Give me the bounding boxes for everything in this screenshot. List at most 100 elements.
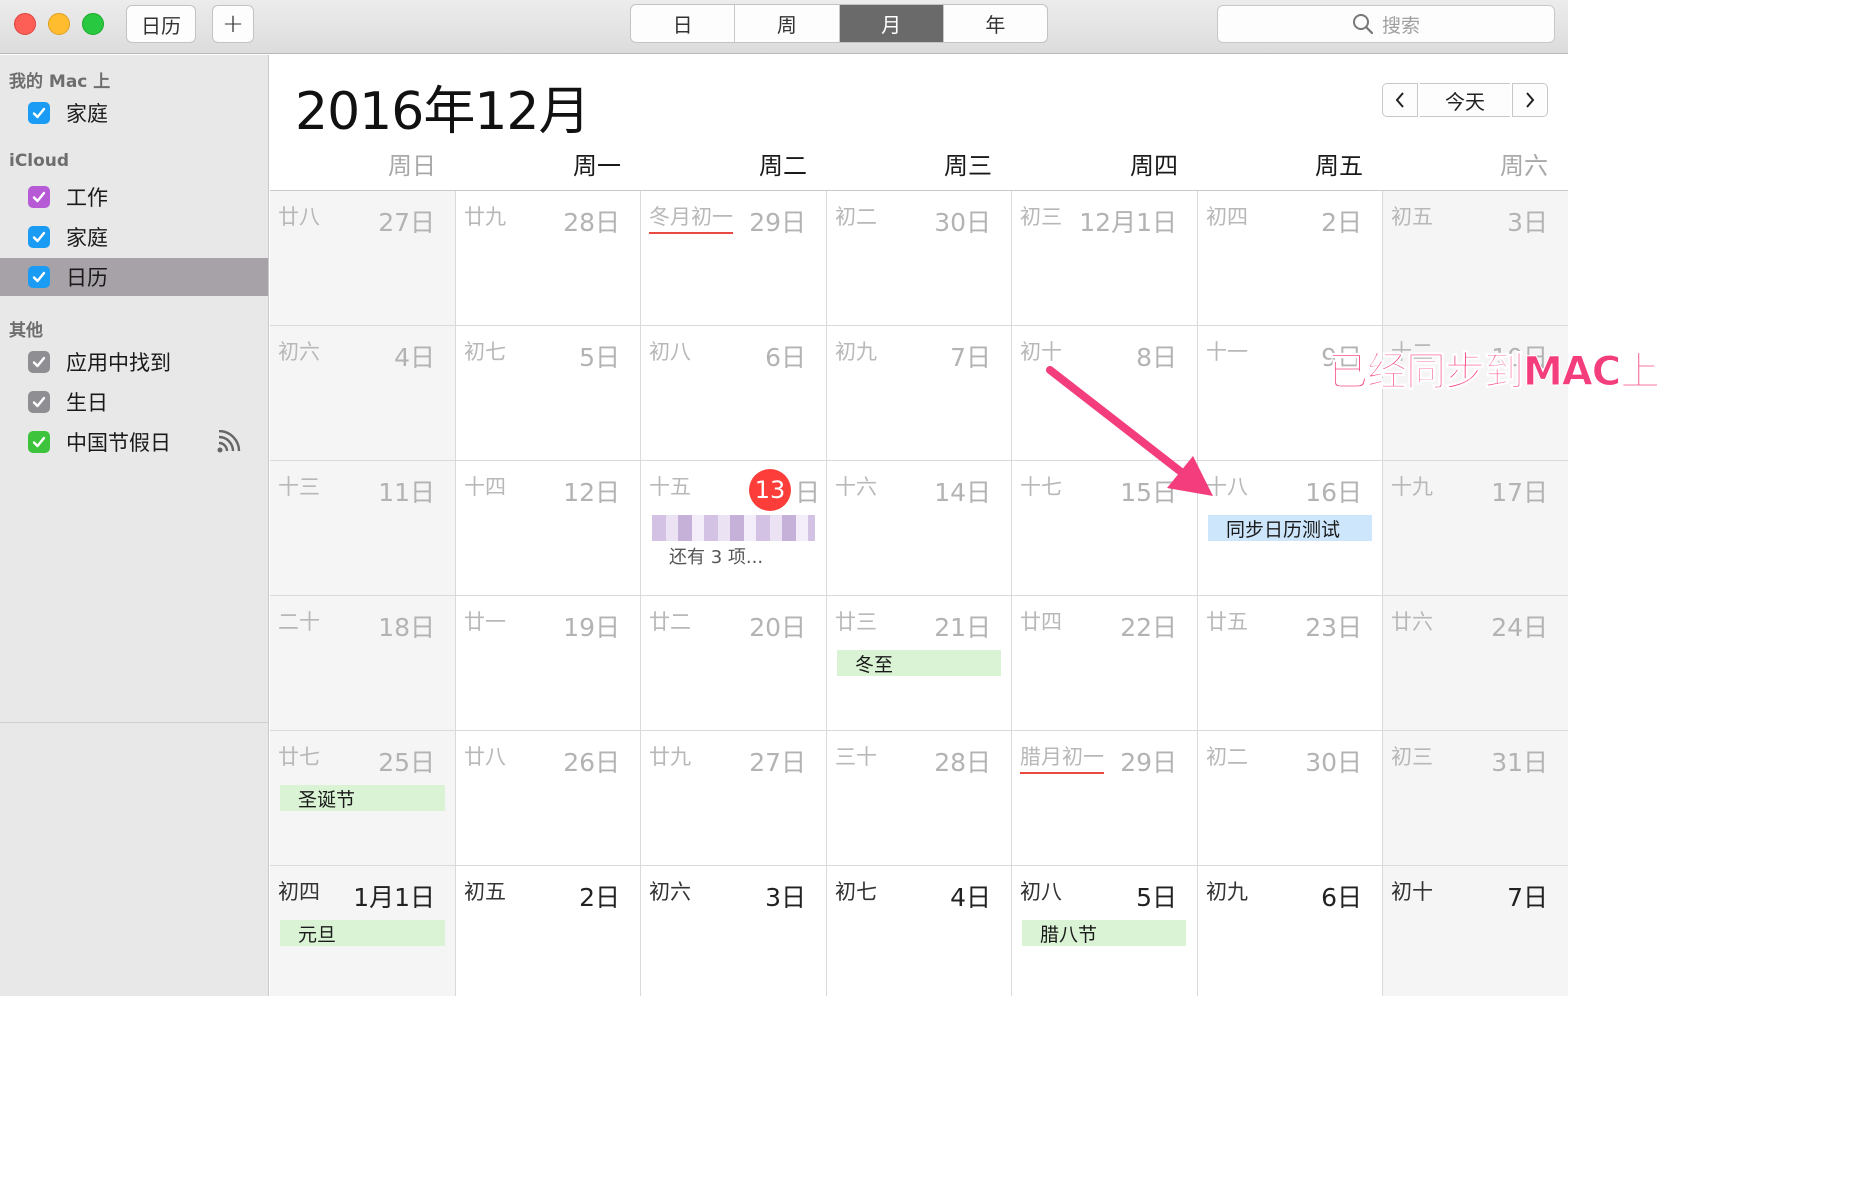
day-cell[interactable]: 十七 15日 <box>1012 461 1198 596</box>
checkmark-icon <box>32 231 46 243</box>
day-cell[interactable]: 廿八 27日 <box>270 191 456 326</box>
day-cell[interactable]: 初二 30日 <box>827 191 1012 326</box>
close-window-button[interactable] <box>14 13 36 35</box>
lunar-date: 廿三 <box>835 610 877 634</box>
day-cell[interactable]: 初十 8日 <box>1012 326 1198 461</box>
day-cell[interactable]: 十四 12日 <box>456 461 641 596</box>
sidebar-calendar-item[interactable]: 生日 <box>0 383 268 421</box>
day-cell[interactable]: 二十 18日 <box>270 596 456 731</box>
day-cell[interactable]: 腊月初一 29日 <box>1012 731 1198 866</box>
weekday-label: 周六 <box>1500 152 1548 180</box>
day-cell[interactable]: 廿五 23日 <box>1198 596 1383 731</box>
day-cell[interactable]: 初十 7日 <box>1383 866 1568 996</box>
day-cell[interactable]: 初七 4日 <box>827 866 1012 996</box>
calendar-checkbox[interactable] <box>28 102 50 124</box>
weekday-header: 周日 周一 周二 周三 周四 周五 周六 <box>270 143 1568 191</box>
calendar-event[interactable]: 腊八节 <box>1022 920 1186 946</box>
zoom-window-button[interactable] <box>82 13 104 35</box>
lunar-date: 初四 <box>278 880 320 904</box>
lunar-date: 初六 <box>278 340 320 364</box>
calendar-checkbox[interactable] <box>28 186 50 208</box>
search-field[interactable]: 搜索 <box>1217 5 1555 43</box>
sidebar-calendar-item[interactable]: 应用中找到 <box>0 343 268 381</box>
solar-date: 5日 <box>579 343 620 372</box>
calendar-checkbox[interactable] <box>28 431 50 453</box>
day-cell[interactable]: 三十 28日 <box>827 731 1012 866</box>
day-cell[interactable]: 廿九 27日 <box>641 731 827 866</box>
sidebar-calendar-item[interactable]: 家庭 <box>0 218 268 256</box>
calendar-event[interactable]: 同步日历测试 <box>1208 515 1372 541</box>
view-tab-1[interactable]: 周 <box>735 5 840 42</box>
day-cell[interactable]: 廿一 19日 <box>456 596 641 731</box>
day-cell[interactable]: 初五 3日 <box>1383 191 1568 326</box>
more-events-link[interactable]: 还有 3 项... <box>669 543 763 569</box>
minimize-window-button[interactable] <box>48 13 70 35</box>
lunar-date: 初九 <box>835 340 877 364</box>
calendar-checkbox[interactable] <box>28 266 50 288</box>
solar-date: 3日 <box>765 883 806 912</box>
view-tab-3[interactable]: 年 <box>944 5 1047 42</box>
day-cell[interactable]: 冬月初一 29日 <box>641 191 827 326</box>
view-tab-2[interactable]: 月 <box>839 5 944 42</box>
solar-date: 30日 <box>1305 748 1362 777</box>
day-cell[interactable]: 初六 3日 <box>641 866 827 996</box>
next-month-button[interactable] <box>1512 83 1548 117</box>
day-cell[interactable]: 廿七 25日 圣诞节 <box>270 731 456 866</box>
solar-date: 29日 <box>1120 748 1177 777</box>
day-cell[interactable]: 初四 2日 <box>1198 191 1383 326</box>
solar-date: 3日 <box>1507 208 1548 237</box>
sidebar-calendar-item[interactable]: 中国节假日 <box>0 423 268 461</box>
day-cell[interactable]: 廿二 20日 <box>641 596 827 731</box>
chevron-left-icon <box>1395 92 1404 108</box>
solar-date: 24日 <box>1491 613 1548 642</box>
day-cell[interactable]: 初四 1月1日 元旦 <box>270 866 456 996</box>
day-cell[interactable]: 廿三 21日 冬至 <box>827 596 1012 731</box>
day-cell[interactable]: 廿四 22日 <box>1012 596 1198 731</box>
day-cell[interactable]: 初八 5日 腊八节 <box>1012 866 1198 996</box>
day-cell[interactable]: 十八 16日 同步日历测试 <box>1198 461 1383 596</box>
day-cell[interactable]: 廿八 26日 <box>456 731 641 866</box>
day-cell[interactable]: 十六 14日 <box>827 461 1012 596</box>
today-button[interactable]: 今天 <box>1420 83 1510 117</box>
lunar-date: 初十 <box>1391 880 1433 904</box>
weekday-label: 周一 <box>573 152 621 180</box>
view-tab-0[interactable]: 日 <box>631 5 736 42</box>
day-cell[interactable]: 初九 7日 <box>827 326 1012 461</box>
lunar-date: 廿一 <box>464 610 506 634</box>
calendar-checkbox[interactable] <box>28 226 50 248</box>
day-cell[interactable]: 廿九 28日 <box>456 191 641 326</box>
calendar-event[interactable]: 冬至 <box>837 650 1001 676</box>
day-cell[interactable]: 初三 12月1日 <box>1012 191 1198 326</box>
calendar-checkbox[interactable] <box>28 391 50 413</box>
day-cell[interactable]: 初七 5日 <box>456 326 641 461</box>
previous-month-button[interactable] <box>1382 83 1418 117</box>
day-cell[interactable]: 十三 11日 <box>270 461 456 596</box>
lunar-date: 廿四 <box>1020 610 1062 634</box>
day-cell[interactable]: 初二 30日 <box>1198 731 1383 866</box>
day-cell[interactable]: 十五 13 日还有 3 项... <box>641 461 827 596</box>
day-cell[interactable]: 初五 2日 <box>456 866 641 996</box>
redacted-event[interactable] <box>652 515 815 541</box>
lunar-date: 初三 <box>1391 745 1433 769</box>
solar-date: 2日 <box>579 883 620 912</box>
day-cell[interactable]: 十九 17日 <box>1383 461 1568 596</box>
solar-date: 31日 <box>1491 748 1548 777</box>
add-event-button[interactable]: + <box>212 5 254 43</box>
day-cell[interactable]: 初六 4日 <box>270 326 456 461</box>
day-cell[interactable]: 初三 31日 <box>1383 731 1568 866</box>
calendar-checkbox[interactable] <box>28 351 50 373</box>
day-cell[interactable]: 廿六 24日 <box>1383 596 1568 731</box>
calendar-event[interactable]: 圣诞节 <box>280 785 445 811</box>
sidebar-group-title: 我的 Mac 上 <box>9 72 111 92</box>
calendar-event[interactable]: 元旦 <box>280 920 445 946</box>
search-placeholder: 搜索 <box>1381 14 1420 37</box>
weekday-label: 周三 <box>944 152 992 180</box>
day-cell[interactable]: 初九 6日 <box>1198 866 1383 996</box>
sidebar-calendar-item[interactable]: 工作 <box>0 178 268 216</box>
day-cell[interactable]: 初八 6日 <box>641 326 827 461</box>
solar-date: 29日 <box>749 208 806 237</box>
sidebar-calendar-item[interactable]: 日历 <box>0 258 268 296</box>
sidebar-group-title: iCloud <box>9 151 70 171</box>
calendars-button[interactable]: 日历 <box>126 5 196 43</box>
sidebar-calendar-item[interactable]: 家庭 <box>0 94 268 132</box>
